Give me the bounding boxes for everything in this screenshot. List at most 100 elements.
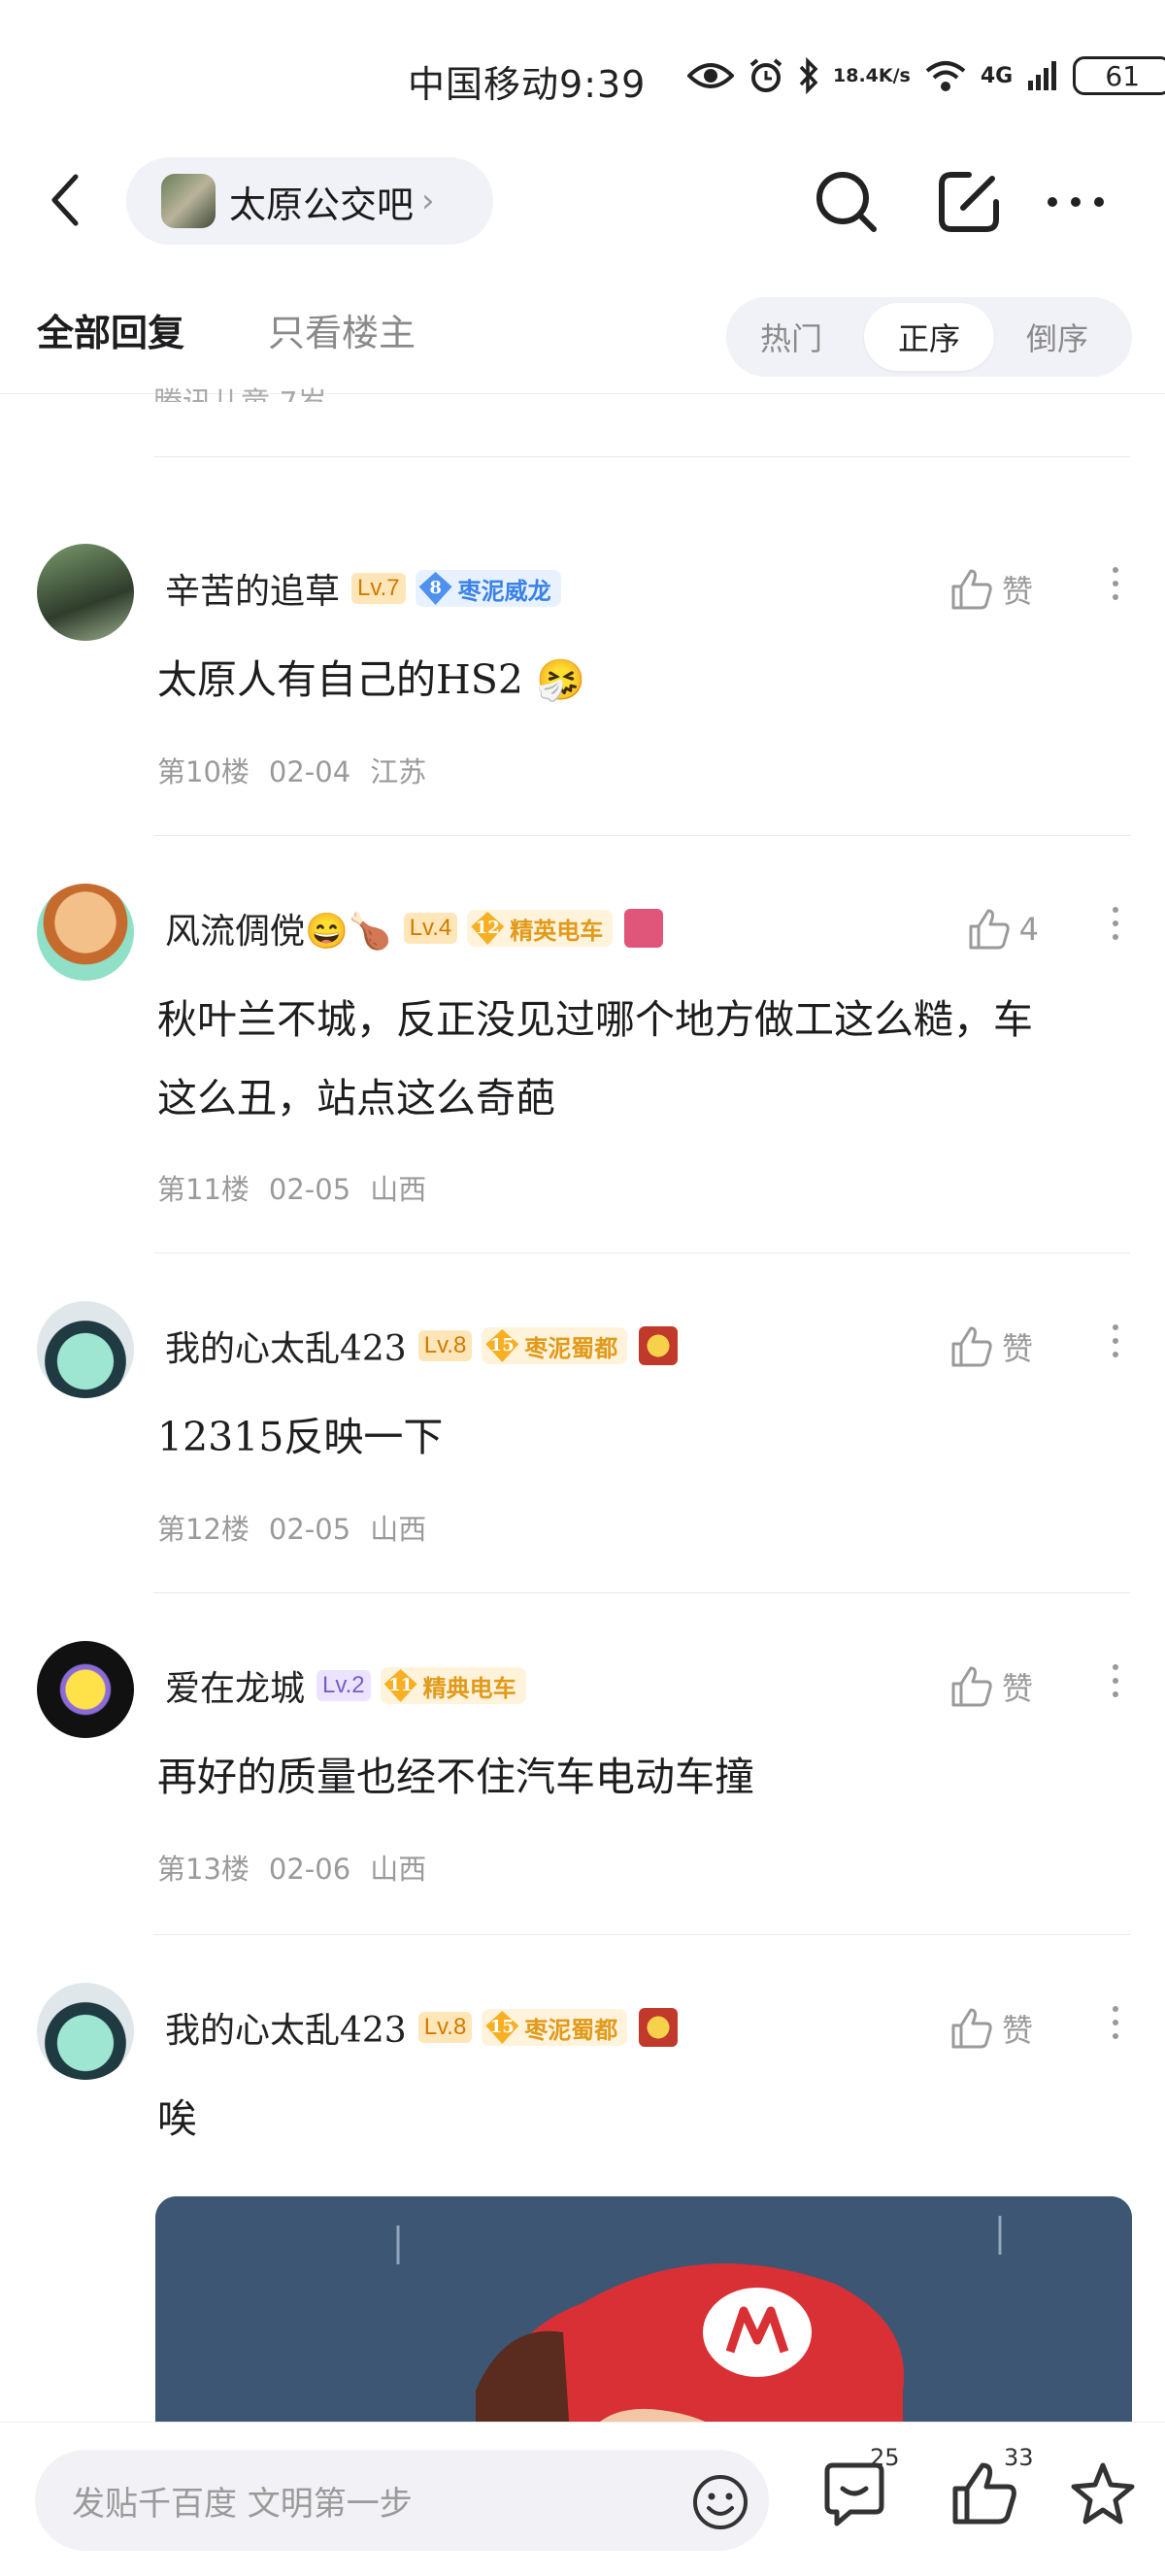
more-button[interactable] [1037,163,1115,241]
battery-indicator: 61 [1073,56,1165,95]
badge-text: 枣泥蜀都 [524,2015,618,2044]
more-vertical-icon[interactable] [1109,1317,1122,1365]
reply-placeholder: 发贴千百度 文明第一步 [72,2484,413,2524]
tab-all-replies[interactable]: 全部回复 [37,303,184,356]
username[interactable]: 风流倜傥😄🍗 [165,903,392,953]
level-badge: Lv.2 [316,1670,371,1701]
level-badge: Lv.7 [351,573,406,604]
reply-location: 山西 [370,1173,427,1206]
previous-post-cut-text: 腾讯儿童 7岁 [153,379,327,402]
medal-icon [639,2008,679,2047]
signal-icon [1026,59,1059,92]
alarm-icon [748,57,784,94]
reply-location: 山西 [370,1853,427,1886]
reply-location: 山西 [370,1513,427,1546]
forum-name: 太原公交吧 [229,183,415,226]
search-button[interactable] [808,163,885,241]
title-badge: 8 枣泥威龙 [415,570,561,607]
network-type: 4G [980,63,1014,88]
status-icons: 18.4 K/s 4G 61 [687,54,1165,97]
more-vertical-icon[interactable] [1109,1998,1122,2047]
sort-hot[interactable]: 热门 [726,297,856,377]
more-vertical-icon[interactable] [1109,899,1122,948]
floor-number: 第13楼 [157,1853,250,1886]
divider [153,1934,1130,1935]
speed-unit: K/s [878,64,911,86]
reply-input[interactable]: 发贴千百度 文明第一步 [35,2450,769,2551]
badge-text: 精英电车 [510,916,604,945]
username[interactable]: 爱在龙城 [165,1660,305,1711]
thumbs-up-icon [969,909,1010,950]
avatar[interactable] [37,884,134,981]
comment-count: 25 [870,2444,900,2471]
avatar[interactable] [37,1641,134,1738]
username[interactable]: 我的心太乱423 [165,1321,407,1371]
speed-value: 18.4 [833,64,879,86]
level-badge: Lv.4 [403,913,458,944]
like-button[interactable]: 4 [965,905,1039,953]
status-carrier-time: 中国移动9:39 [408,54,646,108]
thumbs-up-icon [951,569,992,610]
reply-tabs-bar: 全部回复 只看楼主 热门 正序 倒序 [0,282,1165,394]
favorite-button[interactable] [1066,2458,1140,2531]
divider [153,835,1130,836]
username[interactable]: 辛苦的追草 [165,563,340,614]
more-vertical-icon[interactable] [1109,1656,1122,1705]
star-icon [1071,2462,1135,2525]
like-button[interactable]: 赞 [948,1662,1033,1711]
gem-icon: 15 [485,1329,519,1362]
eye-icon [687,60,734,91]
like-count: 赞 [1001,1330,1033,1367]
network-speed: 18.4 K/s [833,64,911,86]
like-count: 赞 [1001,1670,1033,1707]
sort-segmented-control: 热门 正序 倒序 [726,297,1132,377]
reply-date: 02-04 [268,755,351,788]
sort-descending[interactable]: 倒序 [992,297,1122,377]
status-bar: 中国移动9:39 18.4 K/s 4G 61 [0,0,1165,146]
like-count: 4 [1018,911,1039,948]
gem-icon: 15 [485,2011,519,2044]
like-count: 赞 [1001,2012,1033,2049]
divider [153,1253,1130,1254]
username[interactable]: 我的心太乱423 [165,2002,407,2053]
like-button[interactable]: 赞 [948,2004,1033,2053]
tab-op-only[interactable]: 只看楼主 [268,303,416,356]
sort-ascending[interactable]: 正序 [864,303,994,371]
avatar[interactable] [37,1983,134,2080]
like-count: 赞 [1001,573,1033,610]
reply-author: 爱在龙城 Lv.2 11 精典电车 [165,1660,526,1711]
reply-meta: 第10楼 02-04 江苏 [157,750,446,790]
reply-author: 辛苦的追草 Lv.7 8 枣泥威龙 [165,563,561,614]
back-arrow-icon [51,174,79,226]
reply-meta: 第13楼 02-06 山西 [157,1847,446,1888]
emoji-button[interactable] [691,2473,749,2531]
like-button[interactable]: 赞 [948,1322,1033,1371]
title-badge: 12 精英电车 [467,910,614,947]
like-button[interactable]: 赞 [948,565,1033,614]
avatar[interactable] [37,1301,134,1398]
reply-meta: 第11楼 02-05 山西 [157,1167,446,1208]
level-badge: Lv.8 [417,2012,473,2043]
reply-content: 12315反映一下 [157,1414,444,1460]
reply-author: 我的心太乱423 Lv.8 15 枣泥蜀都 [165,1321,679,1371]
more-vertical-icon[interactable] [1109,559,1122,608]
badge-text: 枣泥蜀都 [524,1333,618,1362]
forum-link[interactable]: 太原公交吧 › [126,157,493,245]
reply-author: 我的心太乱423 Lv.8 15 枣泥蜀都 [165,2002,679,2053]
title-badge: 15 枣泥蜀都 [482,2009,628,2046]
reply-post-button[interactable] [930,163,1008,241]
title-badge: 15 枣泥蜀都 [482,1327,628,1364]
wifi-icon [924,59,967,92]
badge-text: 精典电车 [422,1673,516,1702]
divider [153,1592,1130,1593]
reply-author: 风流倜傥😄🍗 Lv.4 12 精英电车 [165,903,664,953]
avatar[interactable] [37,544,134,641]
reply-location: 江苏 [370,755,427,788]
back-button[interactable] [43,171,91,229]
clock-time: 9:39 [559,63,647,106]
reply-meta: 第12楼 02-05 山西 [157,1507,446,1548]
gem-icon: 12 [471,912,505,945]
bluetooth-icon [798,57,819,94]
floor-number: 第11楼 [157,1173,250,1206]
medal-icon [639,1326,679,1365]
